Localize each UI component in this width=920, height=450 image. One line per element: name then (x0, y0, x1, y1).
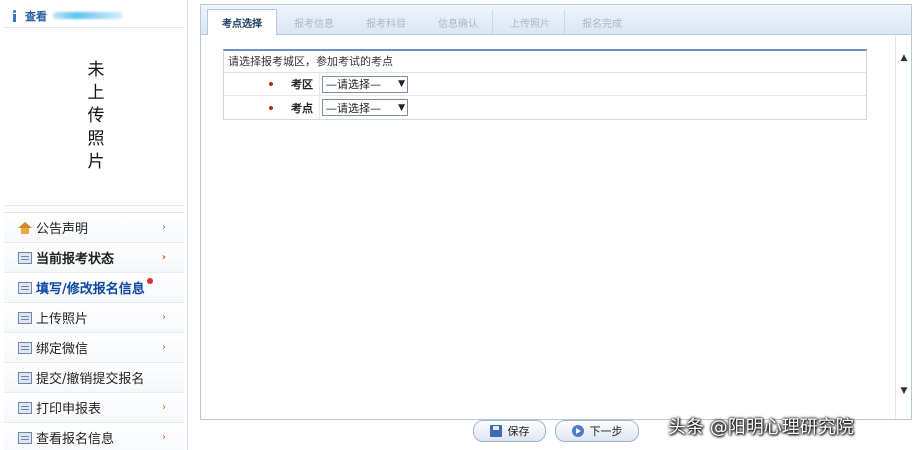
field-label: 考点 (224, 96, 320, 119)
exam-area-select[interactable]: —请选择— ▼ (322, 75, 408, 93)
chevron-right-icon: › (162, 312, 166, 323)
save-button-label: 保存 (507, 425, 530, 438)
exam-site-label: 考点 (291, 101, 313, 115)
user-header: 查看 (4, 4, 184, 28)
sidebar-item-label: 当前报考状态 (36, 252, 115, 267)
sidebar-item-label: 查看报名信息 (36, 432, 115, 447)
sidebar-item-edit-registration[interactable]: 填写/修改报名信息 (4, 273, 184, 303)
scroll-down-arrow-icon[interactable]: ▼ (896, 383, 912, 399)
save-icon (489, 425, 502, 437)
home-icon (18, 221, 32, 234)
sidebar-menu: 公告声明 › 当前报考状态 › 填写/修改报名信息 上传照片 › 绑定微信 › … (4, 212, 184, 450)
form-icon (18, 251, 32, 264)
form-icon (18, 401, 32, 414)
vertical-scrollbar[interactable]: ▲ ▼ (895, 36, 911, 419)
chevron-right-icon: › (162, 342, 166, 353)
user-label: 查看 (25, 9, 47, 23)
tab-confirm-info[interactable]: 信息确认 (423, 10, 493, 34)
main-panel: 考点选择 报考信息 报考科目 信息确认 上传照片 报名完成 请选择报考城区，参加… (200, 4, 912, 420)
form-icon (18, 371, 32, 384)
sidebar-item-submit-registration[interactable]: 提交/撤销提交报名 (4, 363, 184, 393)
tab-exam-site[interactable]: 考点选择 (207, 9, 277, 35)
tab-exam-subjects[interactable]: 报考科目 (351, 10, 421, 34)
tab-complete[interactable]: 报名完成 (567, 10, 637, 34)
tab-upload-photo[interactable]: 上传照片 (495, 10, 565, 34)
sidebar-item-announcement[interactable]: 公告声明 › (4, 213, 184, 243)
field-control: —请选择— ▼ (320, 99, 408, 116)
chevron-right-icon: › (162, 402, 166, 413)
required-dot-icon (269, 82, 273, 86)
tab-exam-info[interactable]: 报考信息 (279, 10, 349, 34)
form-icon (18, 281, 32, 294)
scroll-up-arrow-icon[interactable]: ▲ (896, 50, 912, 66)
watermark: 头条 @阳明心理研究院 (668, 417, 854, 438)
sidebar-item-label: 填写/修改报名信息 (36, 278, 153, 297)
chevron-right-icon: › (162, 222, 166, 233)
next-step-button[interactable]: 下一步 (555, 420, 639, 442)
form-row-exam-site: 考点 —请选择— ▼ (224, 96, 866, 119)
form-icon (18, 311, 32, 324)
sidebar-item-label: 上传照片 (36, 312, 89, 327)
select-value: —请选择— (326, 78, 381, 91)
form-icon (18, 431, 32, 444)
required-dot-icon (269, 105, 273, 110)
step-tabs: 考点选择 报考信息 报考科目 信息确认 上传照片 报名完成 (201, 5, 911, 35)
sidebar-item-label: 绑定微信 (36, 342, 89, 357)
form-row-exam-area: 考区 —请选择— ▼ (224, 73, 866, 96)
sidebar-item-view-registration[interactable]: 查看报名信息 › (4, 423, 184, 450)
field-control: —请选择— ▼ (320, 75, 408, 93)
sidebar-item-label: 提交/撤销提交报名 (36, 372, 145, 387)
sidebar-item-print-form[interactable]: 打印申报表 › (4, 393, 184, 423)
sidebar-item-current-status[interactable]: 当前报考状态 › (4, 243, 184, 273)
sidebar-item-upload-photo[interactable]: 上传照片 › (4, 303, 184, 333)
sidebar: 查看 未上传照片 公告声明 › 当前报考状态 › 填写/修改报名信息 上传照片 … (0, 0, 188, 450)
select-value: —请选择— (326, 101, 381, 115)
exam-area-label: 考区 (291, 78, 313, 91)
exam-site-select[interactable]: —请选择— ▼ (322, 99, 408, 116)
save-button[interactable]: 保存 (473, 420, 546, 442)
blurred-username (53, 12, 123, 19)
chevron-down-icon: ▼ (398, 79, 405, 89)
form-hint: 请选择报考城区，参加考试的考点 (224, 51, 866, 73)
content-area: 请选择报考城区，参加考试的考点 考区 —请选择— ▼ 考点 —请选择— ▼ (201, 36, 895, 419)
photo-placeholder-text: 未上传照片 (83, 60, 104, 175)
form-icon (18, 341, 32, 354)
sidebar-item-bind-wechat[interactable]: 绑定微信 › (4, 333, 184, 363)
chevron-right-icon: › (162, 432, 166, 443)
chevron-down-icon: ▼ (398, 102, 405, 113)
arrow-right-icon (571, 425, 584, 437)
info-icon (10, 9, 19, 22)
photo-placeholder[interactable]: 未上传照片 (4, 30, 184, 206)
chevron-right-icon: › (161, 252, 166, 263)
next-button-label: 下一步 (589, 425, 623, 438)
field-label: 考区 (224, 73, 320, 95)
sidebar-item-label: 打印申报表 (36, 402, 102, 417)
sidebar-item-label: 公告声明 (36, 222, 89, 237)
exam-site-form: 请选择报考城区，参加考试的考点 考区 —请选择— ▼ 考点 —请选择— ▼ (223, 49, 867, 120)
